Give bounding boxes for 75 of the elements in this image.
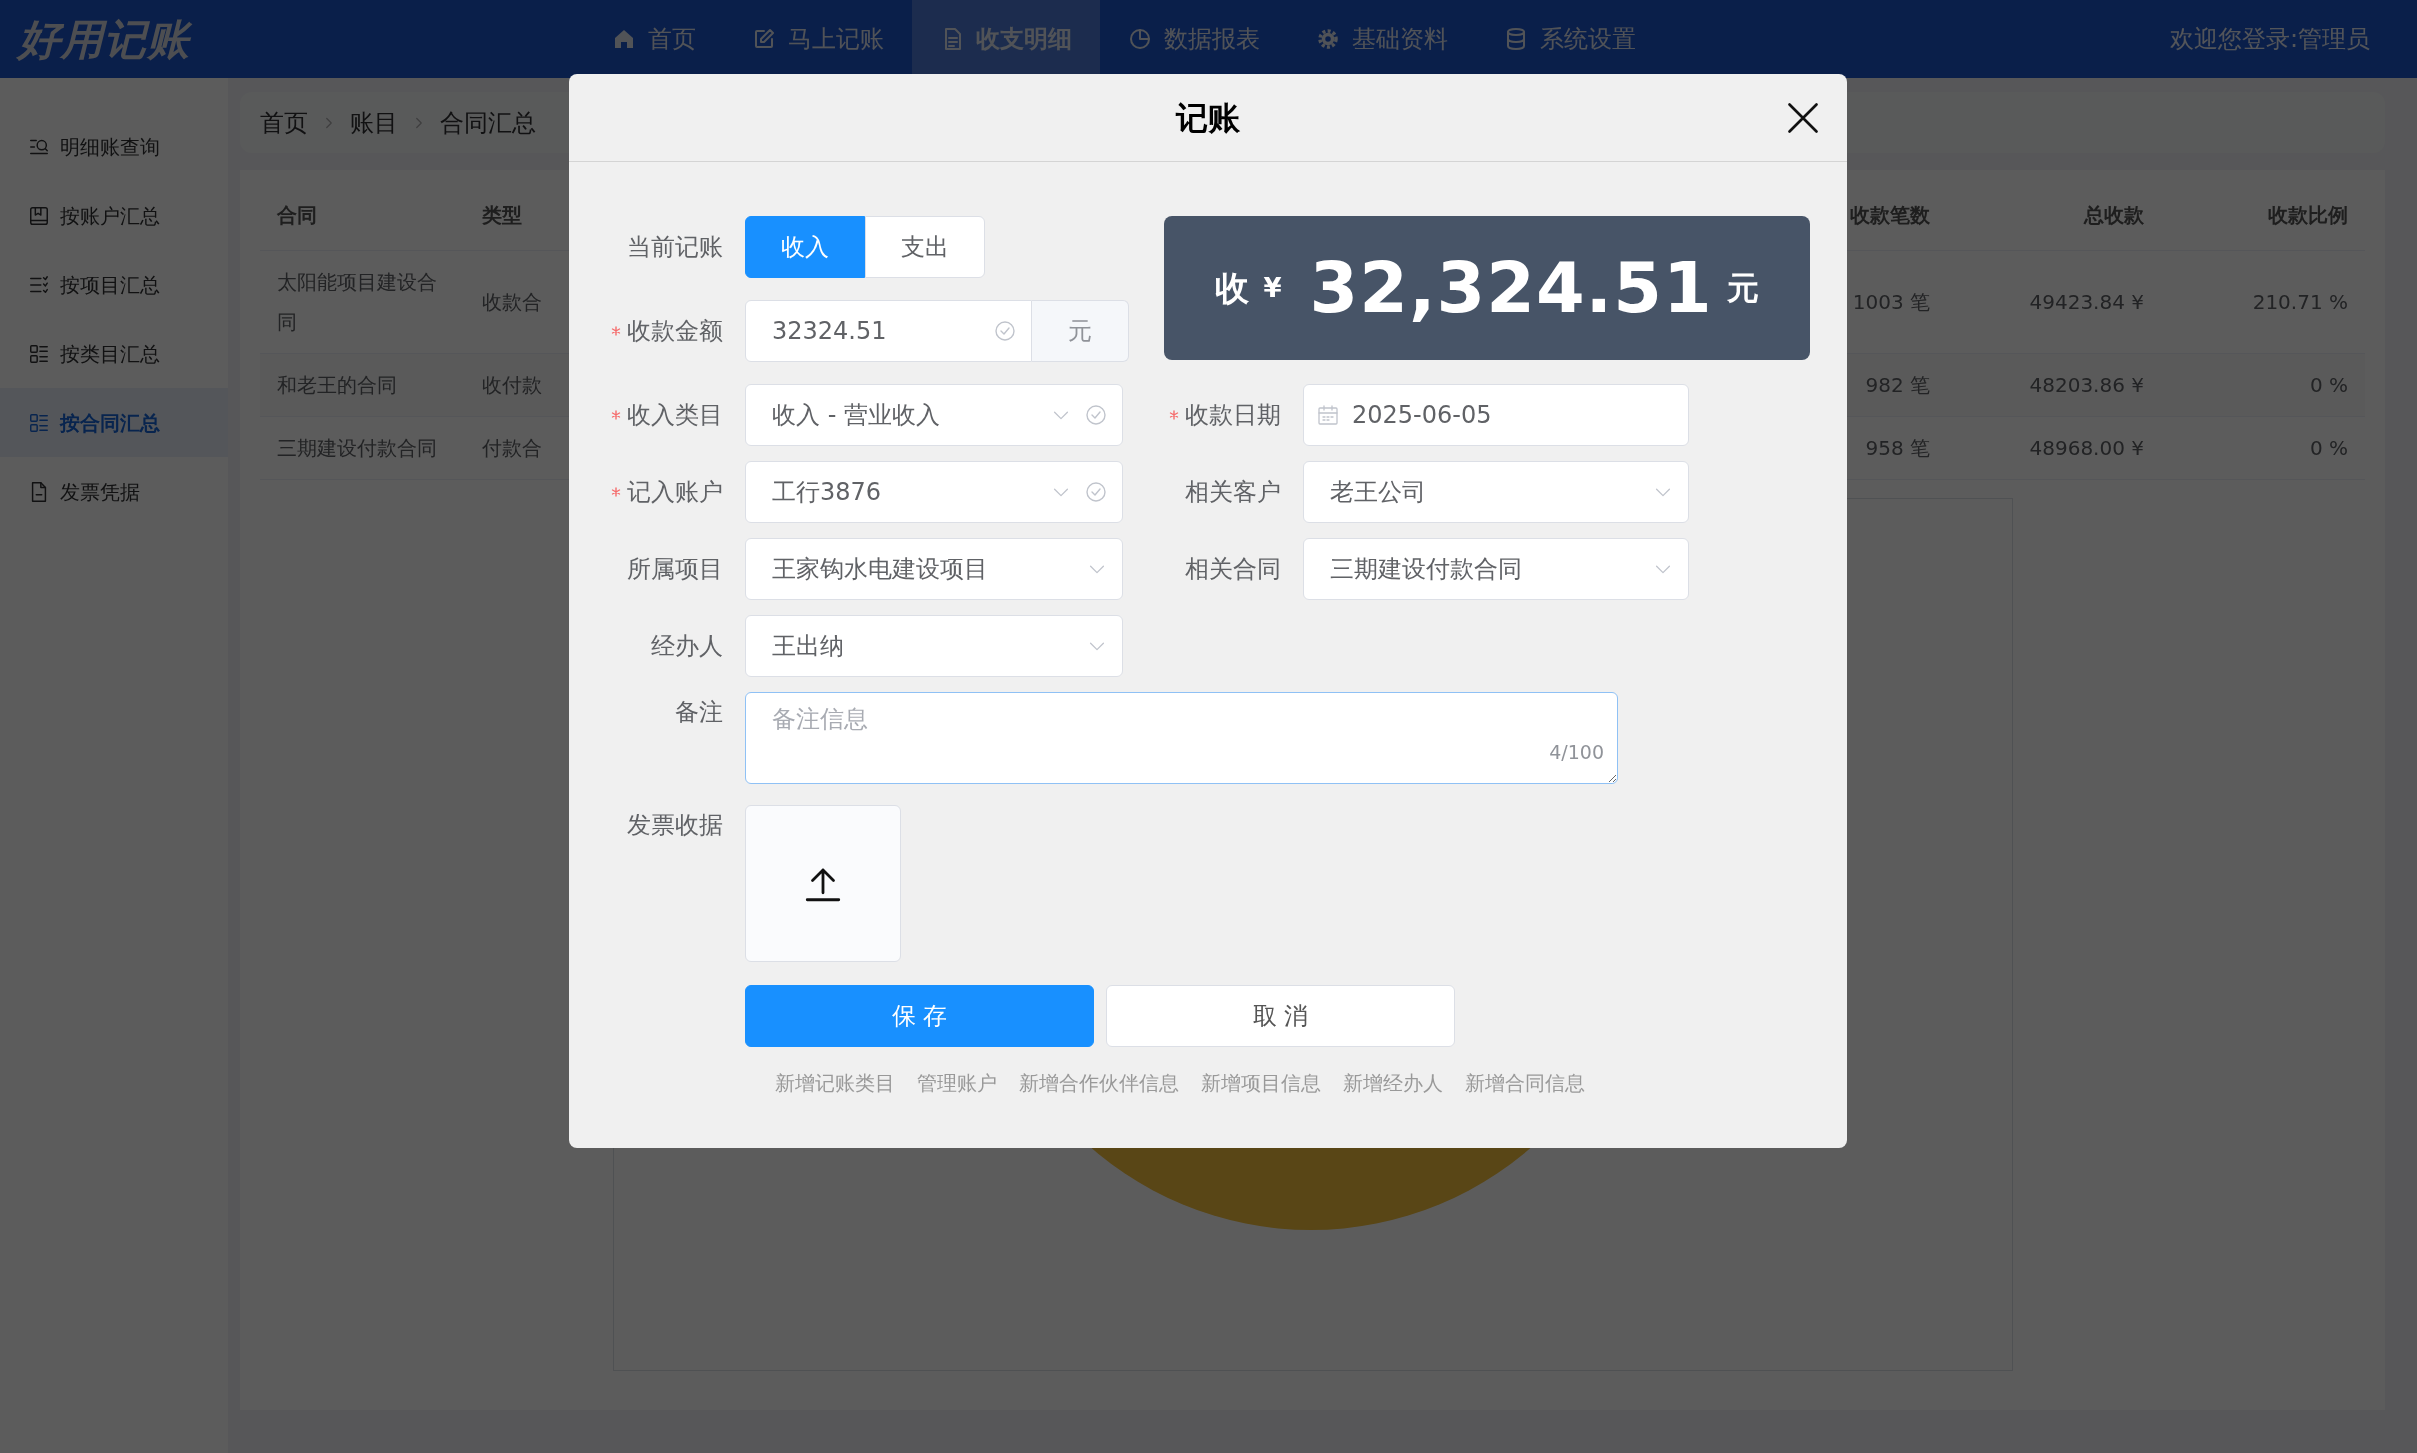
close-button[interactable] [1785, 100, 1821, 136]
table-cell: 0 % [2161, 353, 2365, 416]
close-icon [1785, 100, 1821, 136]
column-header: 收款比例 [2161, 180, 2365, 250]
field-label: 备注 [675, 697, 723, 728]
table-cell: 三期建设付款合同 [260, 416, 465, 479]
sidebar-item[interactable]: 按账户汇总 [0, 181, 228, 250]
book-icon [28, 204, 50, 227]
table-cell: 48968.00 ¥ [1947, 416, 2161, 479]
dropdown[interactable]: 老王公司 [1303, 461, 1689, 523]
checklist-icon [28, 273, 50, 296]
calendar-icon [1316, 403, 1340, 427]
sidebar-item[interactable]: 明细账查询 [0, 112, 228, 181]
nav-tab[interactable]: 首页 [584, 0, 724, 78]
breadcrumb-link[interactable]: 首页 [260, 104, 308, 141]
link[interactable]: 管理账户 [917, 1068, 997, 1098]
table-cell: 0 % [2161, 416, 2365, 479]
field-label: 收款日期 [1185, 400, 1281, 431]
link[interactable]: 新增经办人 [1343, 1068, 1443, 1098]
link[interactable]: 新增项目信息 [1201, 1068, 1321, 1098]
char-counter: 4/100 [1549, 739, 1604, 765]
nav-tab[interactable]: 基础资料 [1288, 0, 1476, 78]
field-label: 相关合同 [1185, 554, 1281, 585]
link[interactable]: 新增合同信息 [1465, 1068, 1585, 1098]
edit-icon [752, 27, 776, 51]
welcome-text: 欢迎您登录:管理员 [2169, 24, 2371, 55]
table-cell: 48203.86 ¥ [1947, 353, 2161, 416]
settings-icon [1316, 27, 1340, 51]
toggle-option[interactable]: 收入 [745, 216, 865, 278]
check-circle-icon [1084, 480, 1108, 504]
date-field[interactable]: 2025-06-05 [1303, 384, 1689, 446]
dropdown[interactable]: 王出纳 [745, 615, 1123, 677]
breadcrumb-current: 合同汇总 [440, 107, 536, 139]
currency-symbol: ¥ [1263, 271, 1282, 305]
breadcrumb-link[interactable]: 账目 [350, 104, 398, 141]
list-icon [28, 342, 50, 365]
dropdown[interactable]: 王家钩水电建设项目 [745, 538, 1123, 600]
table-cell: 49423.84 ¥ [1947, 250, 2161, 353]
field-label: 记入账户 [627, 477, 723, 508]
field-label: 经办人 [651, 631, 723, 662]
input-field[interactable]: 32324.51 [745, 300, 1032, 362]
dropdown[interactable]: 工行3876 [745, 461, 1123, 523]
save-button[interactable]: 保 存 [745, 985, 1094, 1047]
database-icon [1504, 27, 1528, 51]
dropdown[interactable]: 收入 - 营业收入 [745, 384, 1123, 446]
column-header: 合同 [260, 180, 465, 250]
column-header: 总收款 [1947, 180, 2161, 250]
sidebar-item[interactable]: 按类目汇总 [0, 319, 228, 388]
cancel-button[interactable]: 取 消 [1106, 985, 1455, 1047]
pie-chart-icon [1128, 27, 1152, 51]
table-cell: 和老王的合同 [260, 353, 465, 416]
field-label: 发票收据 [627, 810, 723, 841]
nav-tab[interactable]: 马上记账 [724, 0, 912, 78]
sidebar-item[interactable]: 按合同汇总 [0, 388, 228, 457]
type-label: 收 [1215, 266, 1250, 310]
table-cell: 210.71 % [2161, 250, 2365, 353]
toggle-option[interactable]: 支出 [865, 216, 985, 278]
field-label: 所属项目 [627, 554, 723, 585]
link[interactable]: 新增记账类目 [775, 1068, 895, 1098]
app-logo: 好用记账 [15, 13, 193, 66]
sidebar-item[interactable]: 发票凭据 [0, 457, 228, 526]
nav-tab[interactable]: 系统设置 [1476, 0, 1664, 78]
check-circle-icon [1084, 403, 1108, 427]
nav-tab[interactable]: 数据报表 [1100, 0, 1288, 78]
table-cell: 太阳能项目建设合同 [260, 250, 465, 353]
dialog-title: 记账 [1176, 97, 1240, 139]
check-circle-icon [993, 319, 1017, 343]
sidebar-item[interactable]: 按项目汇总 [0, 250, 228, 319]
amount-value: 32,324.51 [1309, 245, 1713, 331]
field-label: 相关客户 [1185, 477, 1281, 508]
unit-label: 元 [1032, 300, 1129, 362]
link[interactable]: 新增合作伙伴信息 [1019, 1068, 1179, 1098]
list-icon [28, 411, 50, 434]
home-icon [612, 27, 636, 51]
dropdown[interactable]: 三期建设付款合同 [1303, 538, 1689, 600]
